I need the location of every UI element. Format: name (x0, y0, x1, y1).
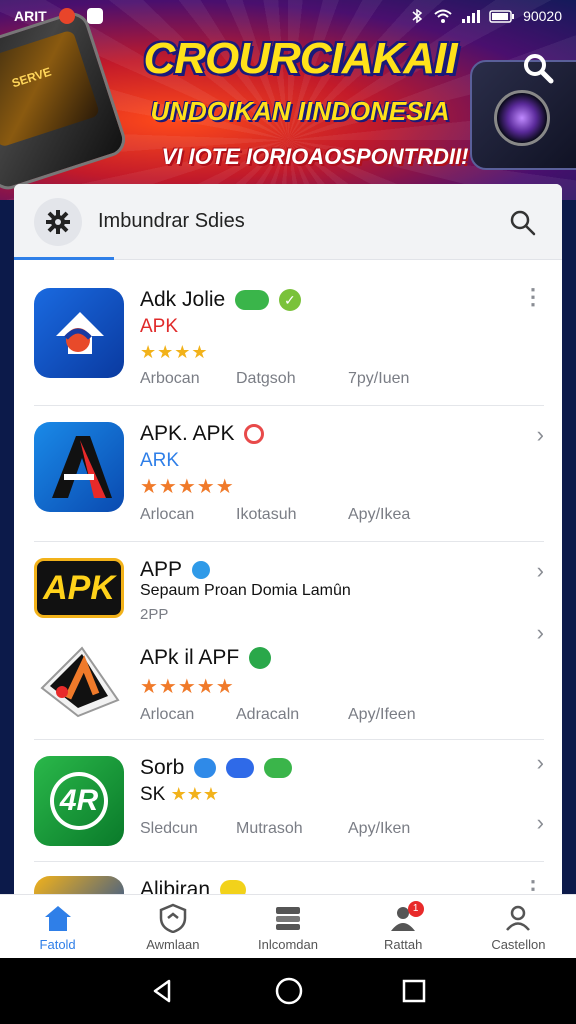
promo-badge (263, 758, 292, 779)
phone-screen-text: SERVE (10, 64, 53, 91)
storage-icon (276, 907, 300, 930)
notification-badge: 1 (407, 901, 424, 917)
meta-size: Apy/Ikea (348, 506, 411, 523)
search-icon[interactable] (508, 208, 536, 236)
meta-location: Arlocan (140, 706, 195, 723)
banner-title: CROURCIAKAII (143, 34, 457, 83)
promo-badge (235, 290, 270, 311)
meta-downloads: Ikotasuh (236, 506, 297, 523)
meta-downloads: Adracaln (236, 706, 300, 723)
gallery-icon (86, 8, 103, 24)
meta-location: Arlocan (140, 506, 195, 523)
app-icon: 4R (34, 756, 124, 846)
chevron-right-icon[interactable]: › (537, 422, 544, 448)
battery-icon (489, 10, 515, 23)
chevron-right-icon[interactable]: › (537, 558, 544, 584)
back-icon[interactable] (149, 977, 177, 1005)
nav-storage[interactable]: Inlcomdan (230, 895, 345, 958)
meta-downloads: Datgsoh (236, 370, 296, 387)
shield-icon (159, 903, 187, 933)
app-category: ARK (140, 450, 180, 471)
meta-size: Apy/Iken (348, 820, 411, 837)
rating-stars: ★★★★★ (140, 476, 235, 498)
rating-stars: ★★★★★ (140, 676, 235, 698)
download-badge (249, 647, 272, 670)
chevron-right-icon[interactable]: › (537, 620, 544, 646)
rating-stars: ★★★★ (140, 342, 209, 362)
signal-icon (462, 10, 481, 23)
app-name: Sorb (140, 756, 292, 780)
carrier-label: ARIT (14, 8, 47, 24)
list-item[interactable]: APK APP Sepaum Proan Domia Lamûn 2PP › A… (34, 542, 544, 740)
gear-icon (46, 210, 70, 234)
verified-icon (191, 561, 210, 580)
clock: 90020 (523, 8, 562, 24)
app-category: APK (140, 316, 179, 337)
profile-icon (506, 905, 531, 931)
home-icon (44, 906, 71, 931)
home-button-icon[interactable] (274, 976, 304, 1006)
nav-profile[interactable]: Castellon (461, 895, 576, 958)
app-name: APP (140, 558, 210, 582)
meta-size: 7py/Iuen (348, 370, 410, 387)
nav-home[interactable]: Fatold (0, 895, 115, 958)
banner-tagline: VI IOTE IORIOAOSPONTRDII! (161, 144, 469, 169)
bottom-navigation: Fatold Awmlaan Inlcomdan 1 Rattah Castel… (0, 894, 576, 958)
more-options-icon[interactable]: ⋮ (522, 284, 544, 310)
app-category: SK ★★★ (140, 784, 220, 805)
search-bar[interactable]: Imbundrar Sdies (14, 184, 562, 260)
search-input[interactable]: Imbundrar Sdies (98, 210, 245, 233)
status-bar: ARIT 90020 (0, 0, 576, 32)
app-icon (34, 636, 124, 726)
list-item[interactable]: APK. APK ARK ★★★★★ Arlocan Ikotasuh Apy/… (34, 406, 544, 542)
chevron-right-icon[interactable]: › (537, 810, 544, 836)
nav-shield[interactable]: Awmlaan (115, 895, 230, 958)
meta-downloads: Mutrasoh (236, 820, 303, 837)
app-icon (34, 422, 124, 512)
app-list-card: Imbundrar Sdies Adk Jolie ✓ APK ★★★★ Arb… (14, 184, 562, 904)
list-item[interactable]: Adk Jolie ✓ APK ★★★★ Arbocan Datgsoh 7py… (34, 280, 544, 406)
app-icon: APK (34, 558, 124, 618)
system-navigation-bar (0, 958, 576, 1024)
info-badge (194, 758, 217, 779)
verified-icon: ✓ (278, 289, 301, 312)
promo-badge (226, 758, 255, 779)
app-description: Sepaum Proan Domia Lamûn (140, 582, 351, 599)
notification-app-icon (58, 8, 75, 24)
banner-search-icon[interactable] (520, 50, 556, 86)
meta-location: Arbocan (140, 370, 200, 387)
app-name: APk il APF (140, 646, 272, 670)
app-name: Adk Jolie ✓ (140, 288, 301, 312)
app-icon (34, 288, 124, 378)
meta-size: Apy/Ifeen (348, 706, 416, 723)
app-size: 2PP (140, 606, 169, 623)
list-item[interactable]: 4R Sorb SK ★★★ Sledcun Mutrasoh Apy/Iken… (34, 740, 544, 862)
banner-subtitle: UNDOIKAN IINDONESIA (150, 96, 450, 126)
settings-button[interactable] (34, 198, 82, 246)
app-name: APK. APK (140, 422, 265, 446)
tab-indicator (14, 257, 114, 260)
chevron-right-icon[interactable]: › (537, 750, 544, 776)
meta-location: Sledcun (140, 820, 198, 837)
nav-person[interactable]: 1 Rattah (346, 895, 461, 958)
bluetooth-icon (412, 9, 423, 23)
recents-icon[interactable] (401, 978, 427, 1004)
wifi-icon (434, 9, 452, 23)
target-icon (244, 424, 265, 445)
